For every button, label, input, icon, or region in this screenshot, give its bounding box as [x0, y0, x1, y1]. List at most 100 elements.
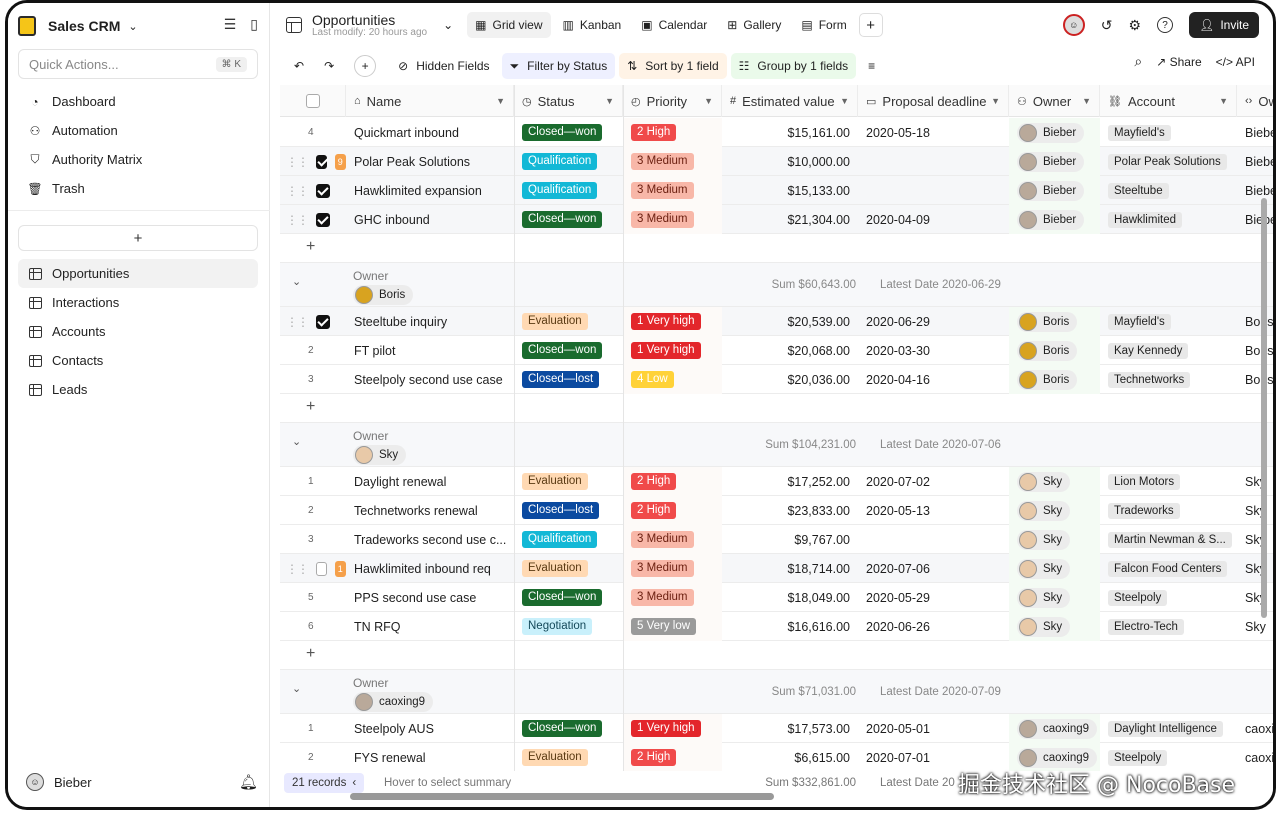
status-cell[interactable]: Closed—won: [514, 714, 623, 743]
value-cell[interactable]: $6,615.00: [722, 743, 858, 772]
value-cell[interactable]: $18,714.00: [722, 554, 858, 583]
name-cell[interactable]: Steelpoly second use case: [346, 365, 514, 394]
owner-extra-cell[interactable]: Sky: [1237, 525, 1273, 554]
owner-chip[interactable]: caoxing9: [1017, 747, 1098, 768]
status-cell[interactable]: Evaluation: [514, 743, 623, 772]
account-cell[interactable]: Martin Newman & S...: [1100, 525, 1237, 554]
more-icon[interactable]: ≡: [860, 53, 883, 79]
chevron-down-icon[interactable]: ⌄: [292, 275, 301, 288]
column-header-proposal-deadline[interactable]: ▭ Proposal deadline ▼: [858, 85, 1009, 117]
priority-cell[interactable]: 2 High: [623, 118, 722, 147]
owner-extra-cell[interactable]: Sky: [1237, 583, 1273, 612]
name-cell[interactable]: Polar Peak Solutions: [346, 147, 514, 176]
account-link[interactable]: Martin Newman & S...: [1108, 531, 1232, 548]
row-select-cell[interactable]: 2: [280, 743, 346, 772]
chevron-down-icon[interactable]: ▼: [496, 96, 505, 106]
quick-actions-input[interactable]: Quick Actions... ⌘ K: [18, 49, 258, 79]
owner-extra-cell[interactable]: Sky: [1237, 467, 1273, 496]
column-header-account[interactable]: ⛓ Account ▼: [1100, 85, 1237, 117]
menu-icon[interactable]: ☰: [224, 16, 237, 33]
deadline-cell[interactable]: 2020-05-29: [858, 583, 1009, 612]
record-count[interactable]: 21 records ‹: [284, 773, 365, 793]
owner-extra-cell[interactable]: Sky: [1237, 612, 1273, 641]
status-cell[interactable]: Evaluation: [514, 307, 623, 336]
base-switcher[interactable]: Sales CRM ⌄ ☰ ▯: [18, 13, 258, 39]
status-cell[interactable]: Qualification: [514, 525, 623, 554]
deadline-cell[interactable]: [858, 525, 1009, 554]
drag-handle-icon[interactable]: ⋮⋮: [286, 213, 309, 227]
add-table-button[interactable]: +: [18, 225, 258, 251]
chevron-down-icon[interactable]: ⌄: [443, 18, 453, 32]
owner-chip[interactable]: Sky: [1017, 558, 1071, 579]
owner-chip[interactable]: caoxing9: [1017, 718, 1098, 739]
account-link[interactable]: Tradeworks: [1108, 502, 1180, 519]
table-row[interactable]: 3 Tradeworks second use c... Qualification…: [280, 525, 1273, 554]
account-cell[interactable]: Falcon Food Centers: [1100, 554, 1237, 583]
total-sum[interactable]: Sum $332,861.00: [720, 777, 856, 789]
comment-count-badge[interactable]: 1: [334, 560, 346, 577]
deadline-cell[interactable]: 2020-07-02: [858, 467, 1009, 496]
owner-extra-cell[interactable]: Biebe: [1237, 176, 1273, 205]
priority-cell[interactable]: 2 High: [623, 496, 722, 525]
value-cell[interactable]: $20,068.00: [722, 336, 858, 365]
drag-handle-icon[interactable]: ⋮⋮: [286, 184, 309, 198]
deadline-cell[interactable]: 2020-06-29: [858, 307, 1009, 336]
status-cell[interactable]: Negotiation: [514, 612, 623, 641]
owner-chip[interactable]: Boris: [1017, 340, 1078, 361]
column-header-name[interactable]: ⌂ Name ▼: [346, 85, 514, 117]
bell-icon[interactable]: 🔔︎: [239, 773, 258, 791]
total-latest-date[interactable]: Latest Date 20: [880, 777, 955, 789]
priority-cell[interactable]: 4 Low: [623, 365, 722, 394]
row-select-cell[interactable]: ⋮⋮: [280, 205, 346, 234]
owner-chip[interactable]: Sky: [1017, 529, 1071, 550]
table-title-block[interactable]: Opportunities Last modify: 20 hours ago: [312, 13, 427, 38]
owner-extra-cell[interactable]: caoxi: [1237, 743, 1273, 772]
owner-extra-cell[interactable]: Boris: [1237, 307, 1273, 336]
row-checkbox[interactable]: [316, 561, 327, 576]
status-cell[interactable]: Closed—won: [514, 583, 623, 612]
add-view-button[interactable]: +: [858, 13, 883, 37]
account-cell[interactable]: Mayfield's: [1100, 118, 1237, 147]
table-row[interactable]: 1 Daylight renewal Evaluation 2 High $17,252…: [280, 467, 1273, 496]
table-row[interactable]: 5 PPS second use case Closed—won 3 Medium $1…: [280, 583, 1273, 612]
table-row[interactable]: ⋮⋮ Hawklimited expansion Qualification 3 Me…: [280, 176, 1273, 205]
row-select-cell[interactable]: 2: [280, 336, 346, 365]
account-cell[interactable]: Hawklimited: [1100, 205, 1237, 234]
row-select-cell[interactable]: 3: [280, 525, 346, 554]
gear-icon[interactable]: ⚙: [1129, 17, 1142, 34]
sort-button[interactable]: ⇅ Sort by 1 field: [619, 53, 727, 79]
owner-chip[interactable]: Sky: [1017, 587, 1071, 608]
account-link[interactable]: Polar Peak Solutions: [1108, 153, 1227, 170]
sidebar-item-automation[interactable]: ⚇ Automation: [18, 116, 258, 145]
status-cell[interactable]: Closed—lost: [514, 365, 623, 394]
account-cell[interactable]: Daylight Intelligence: [1100, 714, 1237, 743]
owner-chip[interactable]: Boris: [1017, 369, 1078, 390]
group-sum[interactable]: Sum $60,643.00: [720, 279, 856, 291]
row-select-cell[interactable]: 1: [280, 467, 346, 496]
owner-cell[interactable]: Boris: [1009, 365, 1100, 394]
name-cell[interactable]: Tradeworks second use c...: [346, 525, 514, 554]
owner-cell[interactable]: caoxing9: [1009, 714, 1100, 743]
priority-cell[interactable]: 1 Very high: [623, 714, 722, 743]
filter-button[interactable]: ⏷ Filter by Status: [501, 53, 616, 79]
user-menu[interactable]: ☺ Bieber 🔔︎: [26, 773, 258, 791]
name-cell[interactable]: Steeltube inquiry: [346, 307, 514, 336]
account-cell[interactable]: Lion Motors: [1100, 467, 1237, 496]
drag-handle-icon[interactable]: ⋮⋮: [286, 562, 309, 576]
table-row[interactable]: ⋮⋮ 9 Polar Peak Solutions Qualification 3 Me…: [280, 147, 1273, 176]
account-link[interactable]: Mayfield's: [1108, 124, 1171, 141]
owner-chip[interactable]: Sky: [1017, 500, 1071, 521]
row-select-cell[interactable]: ⋮⋮ 9: [280, 147, 346, 176]
account-link[interactable]: Lion Motors: [1108, 473, 1181, 490]
account-link[interactable]: Kay Kennedy: [1108, 342, 1189, 359]
value-cell[interactable]: $20,036.00: [722, 365, 858, 394]
deadline-cell[interactable]: 2020-05-13: [858, 496, 1009, 525]
owner-extra-cell[interactable]: Boris: [1237, 336, 1273, 365]
row-checkbox[interactable]: [316, 154, 327, 169]
account-link[interactable]: Electro-Tech: [1108, 618, 1184, 635]
undo-button[interactable]: ↶: [286, 53, 312, 79]
table-row[interactable]: 2 FT pilot Closed—won 1 Very high $20,068.00…: [280, 336, 1273, 365]
sidebar-item-leads[interactable]: Leads: [18, 375, 258, 404]
group-latest-date[interactable]: Latest Date 2020-07-06: [880, 439, 1001, 451]
value-cell[interactable]: $18,049.00: [722, 583, 858, 612]
